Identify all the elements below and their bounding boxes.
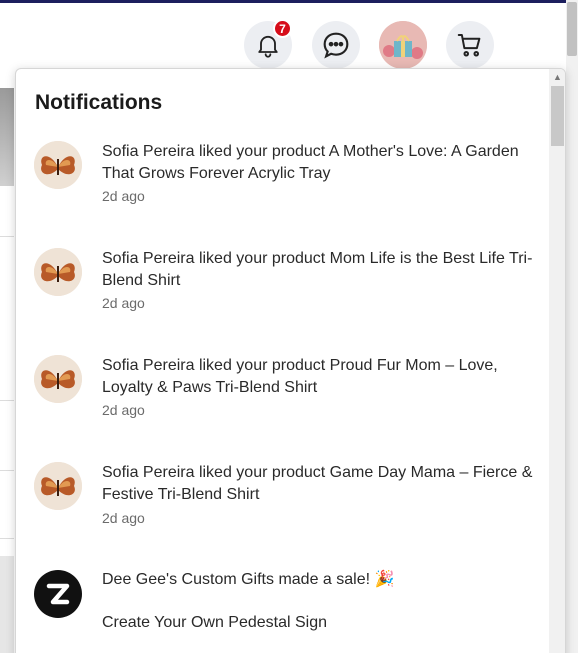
notification-count-badge: 7: [273, 19, 292, 38]
butterfly-avatar: [34, 355, 82, 403]
cart-button[interactable]: [446, 21, 494, 69]
messages-button[interactable]: [312, 21, 360, 69]
notification-item[interactable]: Sofia Pereira liked your product Mom Lif…: [34, 248, 534, 318]
top-rule: [0, 0, 566, 3]
divider: [0, 470, 14, 471]
notification-text: Sofia Pereira liked your product Game Da…: [102, 464, 533, 503]
notification-item[interactable]: Sofia Pereira liked your product Game Da…: [34, 462, 534, 532]
scroll-up-arrow-icon[interactable]: ▲: [553, 72, 562, 82]
butterfly-icon: [34, 462, 82, 510]
notification-text: Sofia Pereira liked your product A Mothe…: [102, 143, 519, 182]
notification-item[interactable]: Dee Gee's Custom Gifts made a sale! 🎉 Cr…: [34, 569, 534, 639]
butterfly-icon: [34, 141, 82, 189]
notification-text: Sofia Pereira liked your product Mom Lif…: [102, 250, 533, 289]
notification-subtext: Create Your Own Pedestal Sign: [102, 614, 328, 631]
butterfly-icon: [34, 355, 82, 403]
panel-title: Notifications: [35, 91, 163, 114]
panel-scrollbar-thumb[interactable]: [551, 86, 564, 146]
notification-text: Sofia Pereira liked your product Proud F…: [102, 357, 498, 396]
background-image: [0, 88, 14, 186]
gift-avatar-icon: [379, 21, 427, 69]
butterfly-avatar: [34, 248, 82, 296]
butterfly-avatar: [34, 141, 82, 189]
zazzle-logo-avatar: [34, 570, 82, 618]
window-scrollbar[interactable]: [566, 0, 578, 653]
zazzle-logo-icon: [46, 583, 70, 605]
notification-time: 2d ago: [102, 402, 145, 418]
chat-icon: [323, 32, 349, 59]
notification-time: 2d ago: [102, 188, 145, 204]
window-scrollbar-thumb[interactable]: [567, 2, 577, 56]
notifications-button[interactable]: 7: [244, 19, 292, 69]
notification-item[interactable]: Sofia Pereira liked your product A Mothe…: [34, 141, 534, 211]
divider: [0, 236, 14, 237]
cart-icon: [457, 34, 481, 57]
butterfly-icon: [34, 248, 82, 296]
notification-text: Dee Gee's Custom Gifts made a sale! 🎉: [102, 571, 395, 588]
butterfly-avatar: [34, 462, 82, 510]
background-image: [0, 556, 14, 653]
notifications-panel: Notifications Sofia Pereira liked your p…: [15, 68, 566, 653]
divider: [0, 400, 14, 401]
notification-time: 2d ago: [102, 510, 145, 526]
account-avatar[interactable]: [379, 21, 427, 69]
panel-scrollbar[interactable]: [549, 69, 565, 653]
notification-time: 2d ago: [102, 295, 145, 311]
notification-item[interactable]: Sofia Pereira liked your product Proud F…: [34, 355, 534, 425]
divider: [0, 538, 14, 539]
